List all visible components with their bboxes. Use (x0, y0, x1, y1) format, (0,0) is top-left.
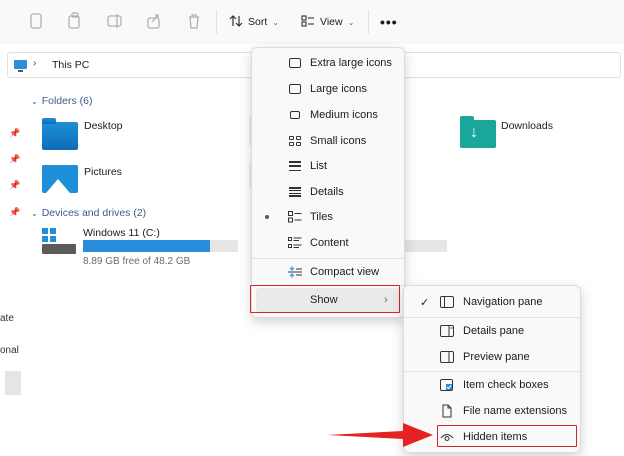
menu-item-label: File name extensions (463, 405, 567, 417)
menu-item-details[interactable]: Details (256, 180, 400, 204)
tiles-icon (288, 211, 302, 223)
new-icon[interactable] (28, 12, 44, 30)
menu-divider (404, 317, 580, 318)
menu-item-tiles[interactable]: Tiles (256, 205, 400, 229)
menu-item-large-icons[interactable]: Large icons (256, 77, 400, 101)
compact-icon (288, 266, 302, 278)
sort-label: Sort (248, 16, 268, 28)
details-icon (288, 186, 302, 198)
menu-item-label: List (310, 160, 328, 172)
drive-usage-fill (83, 240, 211, 252)
pin-icon: 📌 (9, 128, 21, 138)
red-arrow-icon (327, 423, 433, 447)
menu-item-item-check-boxes[interactable]: Item check boxes (408, 373, 576, 397)
drive-name[interactable]: Windows 11 (C:) (83, 227, 160, 239)
windows-logo-icon (42, 228, 56, 242)
drive-usage-bar (83, 240, 238, 252)
folders-section-title: Folders (6) (41, 95, 93, 107)
menu-item-label: Large icons (310, 83, 367, 95)
pin-icon: 📌 (9, 207, 21, 217)
menu-item-label: Extra large icons (310, 57, 392, 69)
file-icon (440, 404, 454, 418)
details-pane-icon (440, 325, 454, 337)
drive-icon[interactable] (42, 228, 76, 256)
list-icon (288, 160, 302, 172)
menu-item-label: Small icons (310, 135, 367, 147)
menu-item-label: Item check boxes (463, 379, 549, 391)
menu-item-label: Medium icons (310, 109, 378, 121)
rename-icon[interactable] (107, 12, 123, 30)
menu-divider (252, 258, 404, 259)
menu-item-preview-pane[interactable]: Preview pane (408, 345, 576, 369)
menu-item-extra-large-icons[interactable]: Extra large icons (256, 51, 400, 75)
sort-button[interactable]: Sort ⌄ (229, 12, 279, 32)
checkmark-icon: ✓ (420, 296, 430, 309)
drive-free-space: 8.89 GB free of 48.2 GB (83, 256, 191, 267)
menu-item-label: Content (310, 237, 349, 249)
toolbar-separator (216, 10, 217, 34)
hidden-items-highlight-box (437, 425, 577, 447)
this-pc-icon (14, 60, 27, 72)
breadcrumb-this-pc[interactable]: This PC (52, 59, 89, 71)
menu-item-small-icons[interactable]: Small icons (256, 129, 400, 153)
nav-item-stub[interactable]: ate (0, 313, 14, 324)
chevron-down-icon: ⌄ (272, 17, 279, 27)
menu-item-label: Preview pane (463, 351, 530, 363)
view-button[interactable]: View ⌄ (301, 12, 354, 32)
desktop-folder-icon[interactable] (42, 118, 78, 150)
devices-section-header[interactable]: ⌄ Devices and drives (2) (31, 207, 146, 219)
menu-item-details-pane[interactable]: Details pane (408, 319, 576, 343)
menu-item-label: Compact view (310, 266, 380, 278)
pictures-folder-icon[interactable] (42, 165, 78, 193)
grid-icon (288, 135, 302, 147)
pin-icon: 📌 (9, 180, 21, 190)
menu-item-list[interactable]: List (256, 154, 400, 178)
checkbox-icon (440, 379, 454, 391)
menu-item-label: Navigation pane (463, 296, 543, 308)
breadcrumb-chevron-icon[interactable]: › (33, 58, 36, 69)
folder-label-downloads[interactable]: Downloads (501, 120, 553, 132)
mountain-icon (46, 179, 70, 193)
download-arrow-icon: ↓ (470, 124, 478, 141)
pin-icon: 📌 (9, 154, 21, 164)
menu-item-medium-icons[interactable]: Medium icons (256, 103, 400, 127)
menu-divider (404, 371, 580, 372)
command-bar: Sort ⌄ View ⌄ ••• (0, 0, 624, 44)
monitor-icon (288, 109, 302, 121)
show-highlight-box (250, 285, 400, 313)
folder-label-desktop[interactable]: Desktop (84, 120, 123, 132)
nav-item-stub[interactable]: onal (0, 345, 19, 356)
menu-item-navigation-pane[interactable]: ✓ Navigation pane (408, 290, 576, 314)
preview-pane-icon (440, 351, 454, 363)
toolbar-separator (368, 10, 369, 34)
menu-item-label: Details pane (463, 325, 525, 337)
hard-drive-icon (42, 244, 76, 254)
menu-item-label: Tiles (310, 211, 333, 223)
sort-icon (229, 14, 243, 31)
share-icon[interactable] (146, 12, 162, 30)
view-label: View (320, 16, 343, 28)
delete-icon[interactable] (186, 12, 202, 30)
monitor-icon (288, 57, 302, 69)
view-menu: Extra large icons Large icons Medium ico… (251, 47, 405, 318)
menu-item-content[interactable]: Content (256, 231, 400, 255)
chevron-down-icon: ⌄ (31, 209, 38, 218)
devices-section-title: Devices and drives (2) (41, 207, 147, 219)
chevron-down-icon: ⌄ (347, 17, 355, 27)
content-icon (288, 237, 302, 249)
see-more-button[interactable]: ••• (380, 14, 398, 30)
menu-item-compact-view[interactable]: Compact view (256, 260, 400, 284)
chevron-down-icon: ⌄ (31, 97, 38, 106)
nav-selected-item[interactable] (5, 371, 21, 395)
second-drive-bar (402, 240, 447, 252)
folders-section-header[interactable]: ⌄ Folders (6) (31, 95, 92, 107)
copy-icon[interactable] (67, 12, 83, 30)
selected-dot-icon (265, 215, 269, 219)
view-icon (301, 14, 315, 31)
monitor-icon (288, 83, 302, 95)
downloads-folder-icon[interactable]: ↓ (460, 116, 496, 148)
folder-label-pictures[interactable]: Pictures (84, 166, 122, 178)
navigation-pane-icon (440, 296, 454, 308)
menu-item-label: Details (310, 186, 344, 198)
